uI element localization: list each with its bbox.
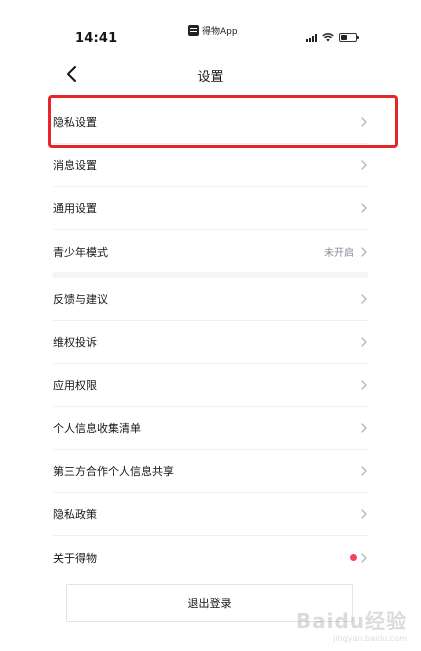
- status-icons: [306, 33, 359, 42]
- status-time: 14:41: [75, 31, 118, 46]
- cellular-signal-icon: [306, 33, 317, 42]
- row-right: [360, 466, 368, 476]
- row-label: 通用设置: [53, 202, 97, 215]
- page-title: 设置: [197, 70, 224, 85]
- row-right: 未开启: [324, 244, 368, 259]
- row-right: [360, 117, 368, 127]
- row-right: [360, 160, 368, 170]
- row-right: [360, 509, 368, 519]
- row-right: [360, 423, 368, 433]
- row-privacy-settings[interactable]: 隐私设置: [53, 101, 368, 144]
- row-label: 维权投诉: [53, 336, 97, 349]
- settings-group-secondary: 反馈与建议维权投诉应用权限个人信息收集清单第三方合作个人信息共享 隐私政策关于得物: [53, 278, 368, 579]
- chevron-right-icon: [361, 294, 367, 304]
- row-feedback[interactable]: 反馈与建议: [53, 278, 368, 321]
- row-teen-mode[interactable]: 青少年模式 未开启: [53, 230, 368, 273]
- row-label: 应用权限: [53, 379, 97, 392]
- row-general-settings[interactable]: 通用设置: [53, 187, 368, 230]
- app-badge-label: 得物App: [202, 27, 238, 37]
- row-right: [360, 337, 368, 347]
- chevron-right-icon: [361, 509, 367, 519]
- chevron-right-icon: [361, 203, 367, 213]
- watermark: Baidu经验 jingyan.baidu.com: [296, 605, 407, 643]
- wifi-icon: [322, 33, 334, 42]
- chevron-right-icon: [361, 552, 367, 563]
- row-label: 消息设置: [53, 159, 97, 172]
- row-right: [360, 294, 368, 304]
- battery-icon: [339, 33, 359, 42]
- chevron-right-icon: [361, 160, 367, 170]
- row-rights-complaint[interactable]: 维权投诉: [53, 321, 368, 364]
- chevron-right-icon: [361, 380, 367, 390]
- watermark-url: jingyan.baidu.com: [333, 634, 407, 643]
- chevron-right-icon: [361, 246, 367, 257]
- watermark-brand: Baidu经验: [295, 609, 407, 633]
- row-about-dewu[interactable]: 关于得物: [53, 536, 368, 579]
- chevron-right-icon: [361, 117, 367, 127]
- row-label: 青少年模式: [53, 245, 108, 259]
- notification-dot: [350, 554, 357, 561]
- chevron-right-icon: [361, 466, 367, 476]
- row-label: 关于得物: [53, 551, 97, 565]
- row-label: 个人信息收集清单: [53, 422, 141, 435]
- row-value: 未开启: [324, 248, 354, 259]
- app-badge: 得物App: [188, 24, 238, 37]
- row-label: 隐私政策: [53, 508, 97, 521]
- row-personal-info-collection-list[interactable]: 个人信息收集清单: [53, 407, 368, 450]
- chevron-right-icon: [361, 423, 367, 433]
- battery-level: [341, 35, 348, 40]
- row-privacy-policy[interactable]: 隐私政策: [53, 493, 368, 536]
- app-logo-icon: [188, 25, 199, 36]
- row-right: [360, 380, 368, 390]
- row-label: 反馈与建议: [53, 293, 108, 306]
- row-app-permissions[interactable]: 应用权限: [53, 364, 368, 407]
- row-third-party-info-sharing[interactable]: 第三方合作个人信息共享: [53, 450, 368, 493]
- chevron-right-icon: [361, 337, 367, 347]
- row-right: [360, 203, 368, 213]
- status-bar: 14:41 得物App: [0, 0, 421, 52]
- nav-bar: 设置: [0, 56, 421, 92]
- row-message-settings[interactable]: 消息设置: [53, 144, 368, 187]
- row-label: 第三方合作个人信息共享: [53, 465, 174, 478]
- row-right: [350, 552, 368, 563]
- row-label: 隐私设置: [53, 116, 97, 129]
- settings-group-primary: 隐私设置消息设置通用设置青少年模式 未开启: [53, 101, 368, 273]
